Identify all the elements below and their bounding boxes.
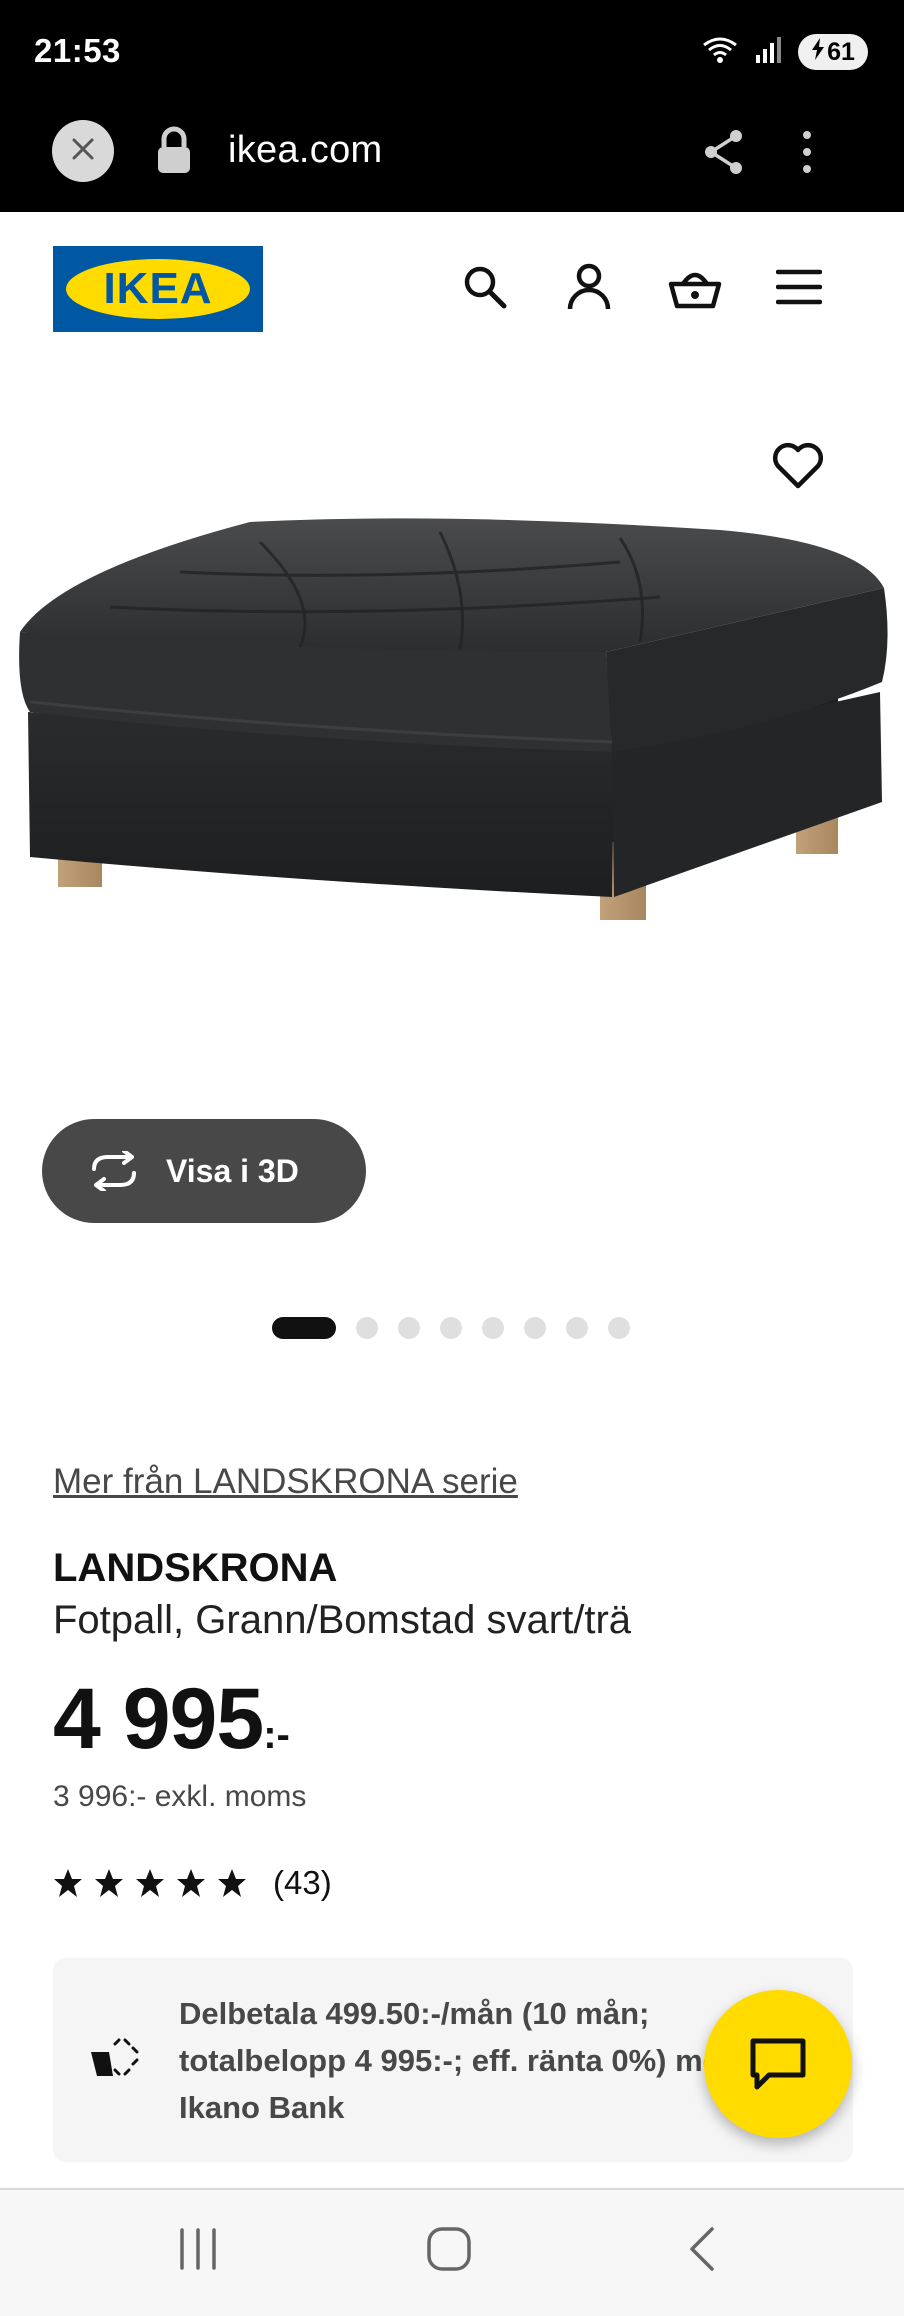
product-image [19,518,888,920]
star-icon [177,1869,205,1897]
carousel-dot[interactable] [482,1317,504,1339]
status-icons: 61 [700,34,868,70]
lock-icon [154,125,194,182]
signal-icon [754,35,784,70]
account-button[interactable] [562,260,616,314]
share-icon [705,130,742,174]
rotate-3d-icon [92,1151,136,1191]
product-rating[interactable]: (43) [53,1864,332,1902]
price-amount: 4 995 [53,1671,264,1767]
recent-apps-icon [180,2228,216,2270]
recent-apps-button[interactable] [176,2226,220,2277]
menu-button[interactable] [772,260,826,314]
carousel-indicator [272,1317,630,1339]
rating-stars [53,1868,247,1898]
rating-count: (43) [273,1864,332,1901]
star-icon [136,1869,164,1897]
star-icon [95,1869,123,1897]
battery-indicator: 61 [798,34,868,70]
carousel-dot[interactable] [398,1317,420,1339]
carousel-dot[interactable] [524,1317,546,1339]
close-icon [70,136,96,167]
close-tab-button[interactable] [52,120,114,182]
payment-split-icon [89,2038,141,2085]
favorite-button[interactable] [770,438,826,494]
wifi-icon [700,35,740,70]
carousel-dot[interactable] [608,1317,630,1339]
series-link[interactable]: Mer från LANDSKRONA serie [53,1462,518,1502]
ikea-logo-oval: IKEA [66,259,250,319]
menu-icon [776,269,822,305]
financing-text: Delbetala 499.50:-/mån (10 mån; totalbel… [179,1996,739,2125]
product-image-carousel[interactable]: Visa i 3D [0,362,904,1352]
home-icon [427,2227,471,2271]
more-vert-icon [803,131,811,173]
share-button[interactable] [702,127,746,182]
product-name: LANDSKRONA [53,1546,338,1590]
chat-button[interactable] [704,1990,852,2138]
carousel-dot[interactable] [272,1317,336,1339]
heart-icon [772,442,824,489]
chat-icon [750,2038,806,2090]
account-icon [567,263,611,310]
price-excl-vat: 3 996:- exkl. moms [53,1780,307,1813]
home-button[interactable] [426,2226,472,2277]
carousel-dot[interactable] [356,1317,378,1339]
browser-address-bar: ikea.com [0,105,904,212]
site-header: IKEA [0,212,904,362]
status-time: 21:53 [34,32,121,69]
page: 21:53 61 ikea.com IKEA Visa i 3D Mer frå… [0,0,904,2316]
url-field[interactable]: ikea.com [228,129,382,172]
charging-icon [811,37,825,67]
view-3d-button[interactable]: Visa i 3D [42,1119,366,1223]
back-icon [690,2227,714,2271]
back-button[interactable] [686,2226,718,2277]
carousel-dot[interactable] [566,1317,588,1339]
product-description: Fotpall, Grann/Bomstad svart/trä [53,1598,632,1642]
status-bar: 21:53 61 [0,0,904,105]
view-3d-label: Visa i 3D [166,1152,299,1189]
more-options-button[interactable] [800,127,814,182]
basket-icon [668,272,722,309]
system-navigation-bar [0,2188,904,2316]
search-icon [464,266,507,309]
ikea-logo[interactable]: IKEA [53,246,263,332]
star-icon [54,1869,82,1897]
star-icon [218,1869,246,1897]
battery-level: 61 [827,37,855,66]
product-price: 4 995 :- [53,1670,290,1769]
carousel-dot[interactable] [440,1317,462,1339]
basket-button[interactable] [668,260,722,314]
price-currency-suffix: :- [263,1713,290,1757]
search-button[interactable] [458,260,512,314]
